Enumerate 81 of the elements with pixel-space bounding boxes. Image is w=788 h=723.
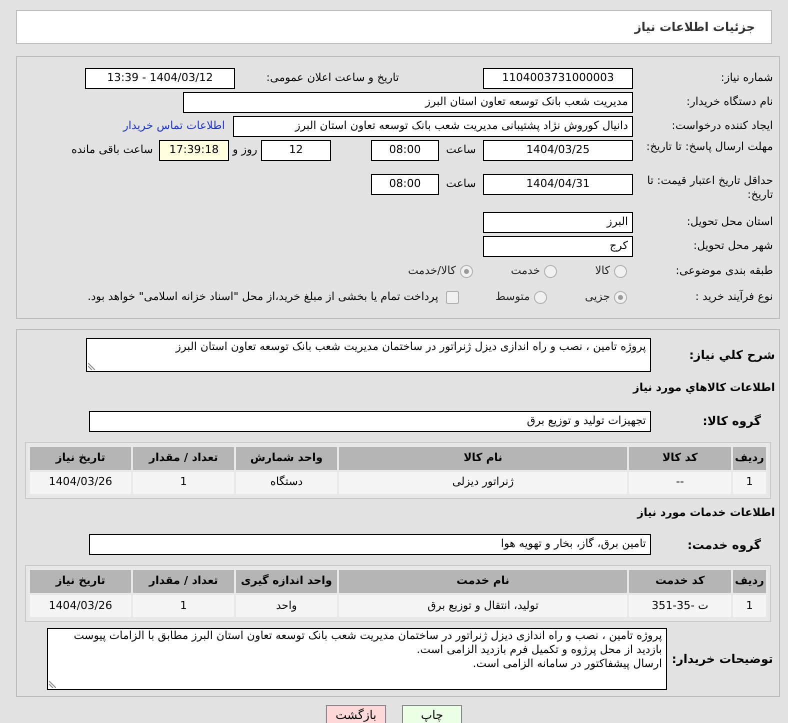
field-label: شهر محل تحویل: [692,239,773,253]
radio-button[interactable] [534,290,547,304]
note-line: ارسال پیشفاکتور در سامانه الزامی است. [472,657,662,671]
radio-label: کالا/خدمت [408,262,456,279]
column-header: واحد شمارش [236,446,337,470]
field-label: روز و [232,142,258,158]
radio-label: متوسط [495,288,530,305]
table-cell: -- [629,472,731,494]
table-cell: 1404/03/26 [30,472,131,494]
column-header: تاریخ نیاز [30,570,131,593]
text-field[interactable]: تامین برق، گاز، بخار و تهویه هوا [89,534,651,555]
notes-textarea[interactable] [47,628,667,690]
text-field[interactable]: 1404/03/25 [483,140,633,161]
table-cell: دستگاه [236,472,337,494]
radio-button[interactable] [614,290,627,304]
field-label: نام دستگاه خریدار: [685,95,773,109]
table-cell: 1 [133,595,234,617]
radio-button[interactable] [544,264,558,278]
column-header: ردیف [733,570,766,593]
field-label: ساعت باقی مانده [71,143,153,156]
column-header: تاریخ نیاز [30,446,131,470]
print-button[interactable]: چاپ [402,705,462,723]
field-label: طبقه بندی موضوعی: [674,264,773,278]
text-field[interactable]: 08:00 [371,174,439,195]
column-header: کد خدمت [629,570,731,593]
table-cell: 1 [133,472,234,494]
column-header: کد کالا [629,446,731,470]
table-cell: 1404/03/26 [30,595,131,617]
field-label: ایجاد کننده درخواست: [670,119,773,133]
field-label: گروه خدمت: [686,536,762,554]
column-header: ردیف [733,446,766,470]
table-cell: 1 [733,472,766,494]
text-field[interactable]: 1404/04/31 [483,174,633,195]
resize-grip-icon[interactable] [49,681,56,688]
field-label: توضیحات خریدار: [670,651,774,668]
field-label: شرح كلي نياز: [688,347,775,364]
text-field[interactable]: 1404/03/12 - 13:39 [85,68,235,88]
text-field[interactable]: 17:39:18 [159,140,229,161]
field-label: گروه کالا: [702,413,762,430]
text-field[interactable]: مدیریت شعب بانک توسعه تعاون استان البرز [183,92,633,112]
field-label: شماره نیاز: [720,71,773,85]
field-label: ساعت [446,176,476,192]
checkbox-label: پرداخت تمام یا بخشی از مبلغ خرید،از محل "اسناد خزانه اسلامی" خواهد بود. [88,288,438,305]
field-label: ساعت [446,142,476,158]
radio-label: کالا [595,262,610,279]
text-field[interactable]: 12 [261,140,331,161]
text-field[interactable]: 08:00 [371,140,439,161]
field-label: مهلت ارسال پاسخ: تا تاریخ: [645,140,773,154]
table-cell: واحد [236,595,337,617]
note-line: بازدید از محل پرژوه و تکمیل فرم بازدید الزامی است. [416,643,662,657]
radio-button[interactable] [614,264,627,278]
section-heading: اطلاعات خدمات مورد نياز [636,504,775,521]
text-field[interactable]: تجهیزات تولید و توزیع برق [89,410,651,432]
table-cell: ژنراتور دیزلی [339,472,627,494]
text-field[interactable]: البرز [483,212,633,232]
field-label: استان محل تحویل: [686,215,773,229]
column-header: نام خدمت [339,570,627,593]
table-cell: ت -35-351 [629,595,731,617]
column-header: نام کالا [339,446,627,470]
column-header: تعداد / مقدار [133,570,234,593]
text-field[interactable]: 1104003731000003 [483,68,633,88]
resize-grip-icon[interactable] [88,363,95,370]
field-label: تاریخ و ساعت اعلان عمومی: [265,71,399,85]
page-title: جزئیات اطلاعات نیاز [634,19,755,36]
radio-button[interactable] [460,264,473,278]
contact-link[interactable]: اطلاعات تماس خریدار [123,118,225,134]
summary-textarea[interactable]: پروژه تامین ، نصب و راه اندازی دیزل ژنراتور در ساختمان مدیریت شعب بانک توسعه تعاون استان البرز [86,338,651,372]
column-header: واحد اندازه گیری [236,570,337,593]
back-button[interactable]: بازگشت [326,705,386,723]
radio-label: خدمت [510,262,540,279]
section-heading: اطلاعات كالاهاي مورد نياز [632,380,775,396]
note-line: پروژه تامین ، نصب و راه اندازی دیزل ژنراتور در ساختمان مدیریت شعب بانک توسعه تعاون استان البرز مطابق با الزامات پیوست [72,629,662,643]
field-label: حداقل تاریخ اعتبار قیمت: تا تاریخ: [646,174,773,202]
field-label: نوع فرآیند خرید : [694,290,773,304]
text-field[interactable]: کرج [483,236,633,256]
text-field[interactable]: دانیال کوروش نژاد پشتیبانی مدیریت شعب بانک توسعه تعاون استان البرز [233,116,633,136]
table-cell: تولید، انتقال و توزیع برق [339,595,627,617]
column-header: تعداد / مقدار [133,446,234,470]
table-cell: 1 [733,595,766,617]
radio-label: جزیی [584,288,610,305]
checkbox[interactable] [446,290,460,304]
